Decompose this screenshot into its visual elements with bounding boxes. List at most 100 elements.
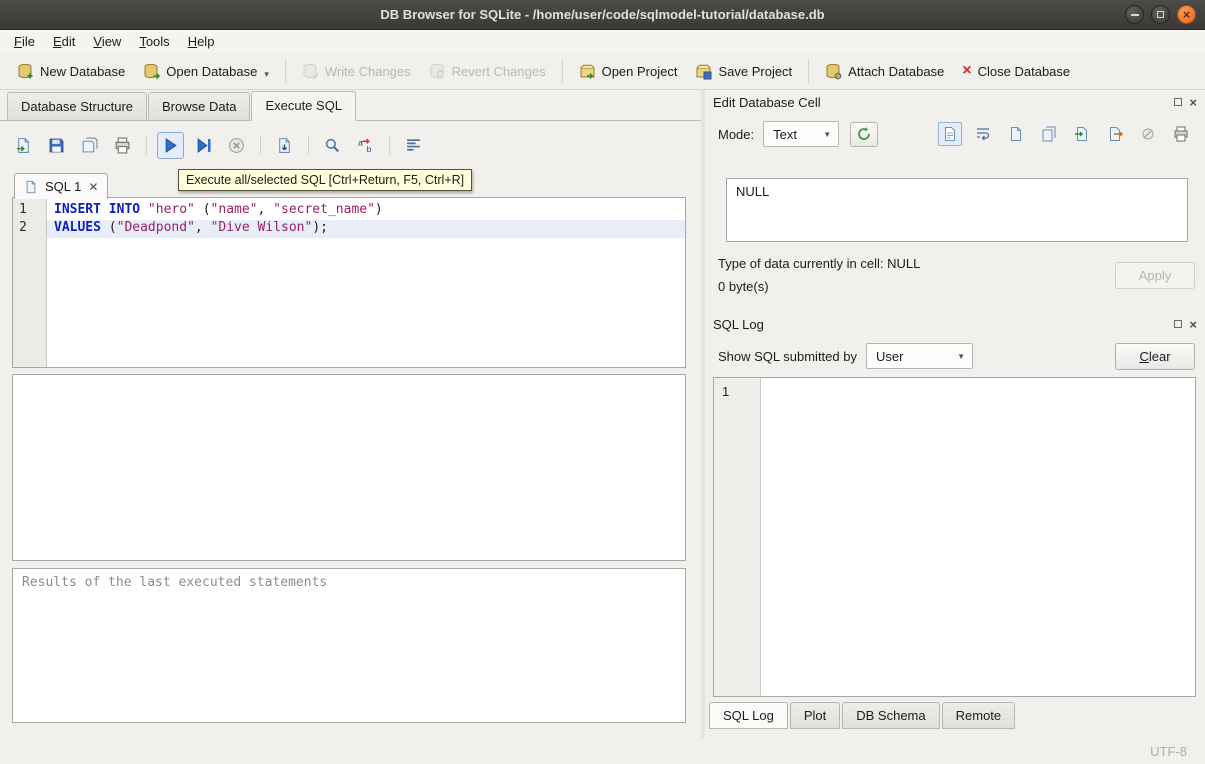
maximize-button[interactable] <box>1151 5 1170 24</box>
toolbar-separator <box>260 135 261 155</box>
find-button[interactable] <box>319 132 346 159</box>
write-changes-button[interactable]: Write Changes <box>293 57 420 86</box>
find-replace-button[interactable]: ab <box>352 132 379 159</box>
cell-size-info: 0 byte(s) <box>718 279 769 294</box>
menubar: File Edit View Tools Help <box>0 30 1205 53</box>
word-wrap-button[interactable] <box>971 122 995 146</box>
clear-log-button[interactable]: Clear <box>1115 343 1195 370</box>
open-project-label: Open Project <box>602 64 678 79</box>
open-project-button[interactable]: Open Project <box>570 57 687 86</box>
revert-changes-icon <box>429 63 446 80</box>
execute-all-icon <box>162 137 179 154</box>
menu-file[interactable]: File <box>5 31 44 52</box>
sql-log-title: SQL Log <box>713 317 764 332</box>
sql-tab-label: SQL 1 <box>45 179 81 194</box>
export-to-file-button[interactable] <box>1103 122 1127 146</box>
menu-help[interactable]: Help <box>179 31 224 52</box>
close-database-button[interactable]: × Close Database <box>953 57 1079 85</box>
print-sql-button[interactable] <box>109 132 136 159</box>
execute-tooltip: Execute all/selected SQL [Ctrl+Return, F… <box>178 169 472 191</box>
save-project-button[interactable]: Save Project <box>686 57 801 86</box>
encoding-indicator[interactable]: UTF-8 <box>1150 744 1187 759</box>
find-replace-icon: ab <box>357 137 374 154</box>
save-sql-file-button[interactable] <box>43 132 70 159</box>
revert-changes-button[interactable]: Revert Changes <box>420 57 555 86</box>
tab-plot[interactable]: Plot <box>790 702 840 729</box>
sql-string: "hero" <box>148 202 195 217</box>
edit-cell-title: Edit Database Cell <box>713 95 821 110</box>
line-number-gutter: 1 2 <box>13 198 47 367</box>
open-in-editor-button[interactable] <box>1004 122 1028 146</box>
open-sql-file-button[interactable] <box>10 132 37 159</box>
tab-database-structure[interactable]: Database Structure <box>7 92 147 120</box>
new-database-button[interactable]: New Database <box>8 57 134 86</box>
import-from-file-button[interactable] <box>1070 122 1094 146</box>
document-icon <box>1008 126 1024 142</box>
format-sql-icon <box>405 137 422 154</box>
set-null-icon <box>1140 126 1156 142</box>
line-number: 2 <box>13 220 46 238</box>
save-sql-file-as-icon <box>81 137 98 154</box>
sql-toolbar: ab <box>10 130 427 160</box>
apply-button[interactable]: Apply <box>1115 262 1195 289</box>
menu-tools[interactable]: Tools <box>130 31 178 52</box>
write-changes-icon <box>302 63 319 80</box>
tab-browse-data[interactable]: Browse Data <box>148 92 250 120</box>
text-mode-icon <box>942 126 958 142</box>
clear-label: Clear <box>1139 349 1170 364</box>
write-changes-label: Write Changes <box>325 64 411 79</box>
execute-current-line-icon <box>195 137 212 154</box>
sql-code-editor[interactable]: 1 2 INSERT INTO "hero" ("name", "secret_… <box>12 197 686 368</box>
submitted-by-combobox[interactable]: User ▼ <box>866 343 973 369</box>
results-grid[interactable] <box>12 374 686 561</box>
set-null-button[interactable] <box>1136 122 1160 146</box>
dock-close-icon[interactable]: × <box>1189 318 1197 331</box>
execute-all-button[interactable] <box>157 132 184 159</box>
execute-current-line-button[interactable] <box>190 132 217 159</box>
sql-log-view[interactable]: 1 <box>713 377 1196 697</box>
sql-log-header: SQL Log × <box>705 314 1205 334</box>
dock-tab-bar: SQL Log Plot DB Schema Remote <box>709 702 1017 729</box>
format-sql-button[interactable] <box>400 132 427 159</box>
stop-execution-button[interactable] <box>223 132 250 159</box>
print-cell-button[interactable] <box>1169 122 1193 146</box>
word-wrap-icon <box>975 126 991 142</box>
maximize-icon <box>1157 11 1164 18</box>
open-database-dropdown-icon[interactable]: ▾ <box>264 69 269 80</box>
menu-view[interactable]: View <box>84 31 130 52</box>
cell-value-editor[interactable]: NULL <box>726 178 1188 242</box>
open-database-icon <box>143 63 160 80</box>
menu-edit[interactable]: Edit <box>44 31 84 52</box>
results-placeholder-text: Results of the last executed statements <box>22 575 327 590</box>
open-database-button[interactable]: Open Database ▾ <box>134 57 278 86</box>
sql-tab-close-icon[interactable]: ✕ <box>88 181 98 193</box>
minimize-button[interactable] <box>1125 5 1144 24</box>
dock-float-icon[interactable] <box>1174 98 1182 106</box>
chevron-down-icon: ▼ <box>945 352 965 361</box>
tab-browse-data-label: Browse Data <box>162 99 236 114</box>
open-project-icon <box>579 63 596 80</box>
dock-close-icon[interactable]: × <box>1189 96 1197 109</box>
tab-database-structure-label: Database Structure <box>21 99 133 114</box>
attach-database-button[interactable]: Attach Database <box>816 57 953 86</box>
auto-switch-mode-button[interactable] <box>850 122 878 147</box>
close-button[interactable]: × <box>1177 5 1196 24</box>
sql-document-tab[interactable]: SQL 1 ✕ <box>14 173 108 199</box>
execution-message-area[interactable]: Results of the last executed statements <box>12 568 686 723</box>
submitted-by-value: User <box>876 349 903 364</box>
sql-string: "secret_name" <box>273 202 375 217</box>
save-results-button[interactable] <box>271 132 298 159</box>
edit-cell-header: Edit Database Cell × <box>705 92 1205 112</box>
app-window: DB Browser for SQLite - /home/user/code/… <box>0 0 1205 764</box>
mode-combobox[interactable]: Text ▼ <box>763 121 839 147</box>
text-mode-button[interactable] <box>938 122 962 146</box>
mode-value: Text <box>773 127 797 142</box>
tab-execute-sql[interactable]: Execute SQL <box>251 91 356 121</box>
tab-db-schema[interactable]: DB Schema <box>842 702 939 729</box>
dock-float-icon[interactable] <box>1174 320 1182 328</box>
tab-remote[interactable]: Remote <box>942 702 1016 729</box>
tab-sql-log[interactable]: SQL Log <box>709 702 788 729</box>
save-sql-file-as-button[interactable] <box>76 132 103 159</box>
close-database-icon: × <box>962 63 971 79</box>
copy-cell-button[interactable] <box>1037 122 1061 146</box>
